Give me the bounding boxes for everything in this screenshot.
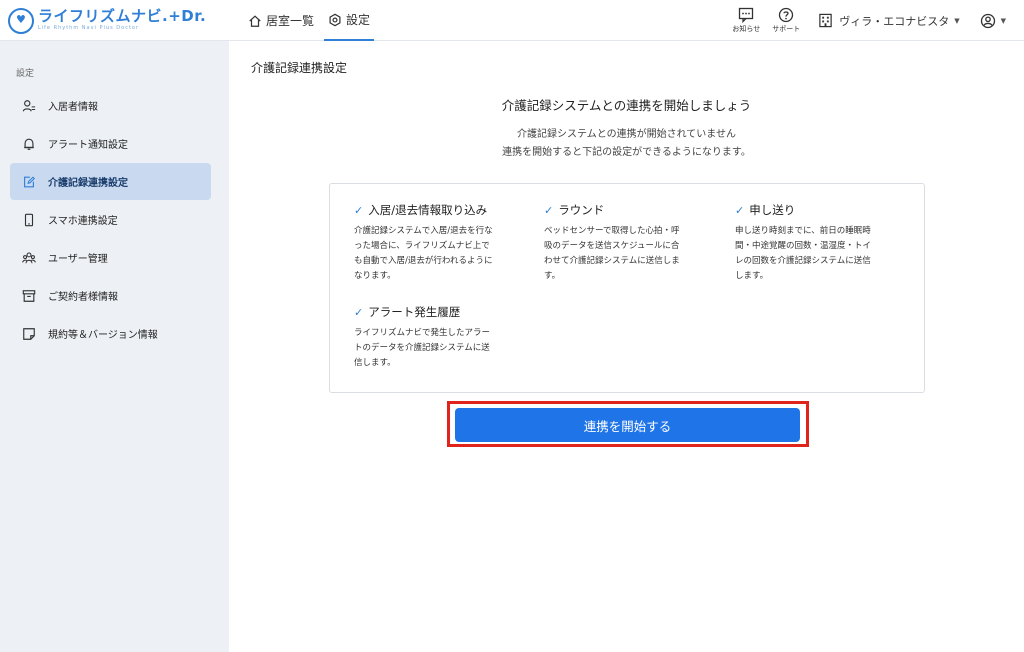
account-icon [980,13,995,28]
feature-body-line: す。 [544,271,561,281]
sidebar-item-label: ユーザー管理 [48,254,108,265]
smartphone-icon [24,213,34,226]
logo-text: ライフリズムナビ.+Dr. [38,7,207,25]
sidebar-item-smartphone-link[interactable]: スマホ連携設定 [10,201,211,238]
archive-icon [22,289,36,302]
home-icon [249,14,261,27]
sidebar-item-label: ご契約者様情報 [48,292,118,303]
user-menu[interactable]: ▼ [980,13,1006,29]
support-button[interactable]: サポート [772,7,800,34]
sidebar-item-contract-info[interactable]: ご契約者様情報 [10,277,211,314]
feature-title: 申し送り [749,203,796,217]
sidebar-item-label: 規約等＆バージョン情報 [48,330,158,341]
lead-heading: 介護記録システムとの連携を開始しましょう [501,98,752,113]
feature-body-line: トのデータを介護記録システムに送 [354,343,490,353]
chevron-down-icon: ▼ [954,16,960,25]
page-title: 介護記録連携設定 [251,61,348,75]
start-integration-button[interactable]: 連携を開始する [455,408,800,442]
sidebar-item-terms-version[interactable]: 規約等＆バージョン情報 [10,315,211,352]
support-label: サポート [772,25,801,33]
sidebar: 設定 入居者情報 アラート通知設定 介護記録連携設定 スマホ連携設定 ユーザー管… [0,41,229,652]
check-icon: ✓ [735,203,745,217]
feature-body-line: レの回数を介護記録システムに送信 [735,256,871,266]
main-content: 介護記録連携設定 介護記録システムとの連携を開始しましょう 介護記録システムとの… [229,41,1024,652]
resident-icon [22,99,36,111]
sidebar-heading: 設定 [16,69,35,79]
check-icon: ✓ [354,305,364,319]
feature-body-line: 吸のデータを送信スケジュールに合 [544,241,680,251]
sidebar-item-label: 入居者情報 [48,102,98,113]
feature-body-line: った場合に、ライフリズムナビ上で [354,241,490,251]
nav-room-list[interactable]: 居室一覧 [244,0,318,41]
sidebar-item-residents[interactable]: 入居者情報 [10,87,211,124]
feature-move-in-out: ✓ 入居/退去情報取り込み 介護記録システムで入居/退去を行な った場合に、ライフ… [354,202,522,284]
chevron-down-icon: ▼ [1000,16,1006,25]
edit-document-icon [24,175,35,187]
feature-body-line: ライフリズムナビで発生したアラー [354,328,491,338]
check-icon: ✓ [544,203,554,217]
feature-round: ✓ ラウンド ベッドセンサーで取得した心拍・呼 吸のデータを送信スケジュールに合 … [544,202,712,284]
notifications-button[interactable]: お知らせ [732,7,760,34]
nav-settings-label: 設定 [346,13,371,27]
nav-room-list-label: 居室一覧 [266,14,315,28]
app-logo[interactable]: ライフリズムナビ.+Dr. Life Rhythm Navi Plus Doct… [8,7,206,35]
sidebar-item-label: アラート通知設定 [48,140,128,151]
feature-body-line: 信します。 [354,358,396,368]
users-icon [22,251,36,263]
feature-alert-history: ✓ アラート発生履歴 ライフリズムナビで発生したアラー トのデータを介護記録システ… [354,304,522,371]
facility-name: ヴィラ・エコナビスタ [839,14,950,28]
top-header: ライフリズムナビ.+Dr. Life Rhythm Navi Plus Doct… [0,0,1024,41]
sidebar-item-user-management[interactable]: ユーザー管理 [10,239,211,276]
nav-settings[interactable]: 設定 [324,0,375,41]
description-line: 連携を開始すると下記の設定ができるようになります。 [502,147,751,158]
sidebar-item-label: スマホ連携設定 [48,216,118,227]
gear-icon [329,13,341,26]
feature-body-line: も自動で入居/退去が行われるように [354,256,493,266]
description-line: 介護記録システムとの連携が開始されていません [517,129,736,140]
features-card: ✓ 入居/退去情報取り込み 介護記録システムで入居/退去を行な った場合に、ライフ… [329,183,925,393]
feature-title: 入居/退去情報取り込み [368,203,488,217]
feature-body-line: なります。 [354,271,396,281]
feature-title: ラウンド [558,203,605,217]
check-icon: ✓ [354,203,364,217]
description: 介護記録システムとの連携が開始されていません 連携を開始すると下記の設定ができる… [229,126,1024,162]
bell-icon [24,138,34,150]
message-icon [739,7,754,23]
feature-body-line: します。 [735,271,769,281]
facility-selector[interactable]: ヴィラ・エコナビスタ ▼ [818,13,960,29]
help-icon [779,7,794,23]
feature-body-line: わせて介護記録システムに送信しま [544,256,680,266]
main-nav: 居室一覧 設定 [244,0,380,41]
feature-body-line: ベッドセンサーで取得した心拍・呼 [544,226,680,236]
feature-title: アラート発生履歴 [368,305,461,319]
feature-handover: ✓ 申し送り 申し送り時刻までに、前日の睡眠時 間・中途覚醒の回数・温湿度・トイ … [735,202,903,284]
sidebar-item-alert-settings[interactable]: アラート通知設定 [10,125,211,162]
note-icon [23,327,35,340]
feature-body-line: 間・中途覚醒の回数・温湿度・トイ [735,241,872,251]
sidebar-item-care-record-link[interactable]: 介護記録連携設定 [10,163,211,200]
feature-body-line: 介護記録システムで入居/退去を行な [354,226,493,236]
sidebar-item-label: 介護記録連携設定 [48,178,128,189]
notifications-label: お知らせ [732,25,761,33]
logo-subtext: Life Rhythm Navi Plus Doctor [38,25,140,31]
building-icon [819,13,832,28]
feature-body-line: 申し送り時刻までに、前日の睡眠時 [735,226,871,236]
logo-mark-icon [8,8,34,34]
